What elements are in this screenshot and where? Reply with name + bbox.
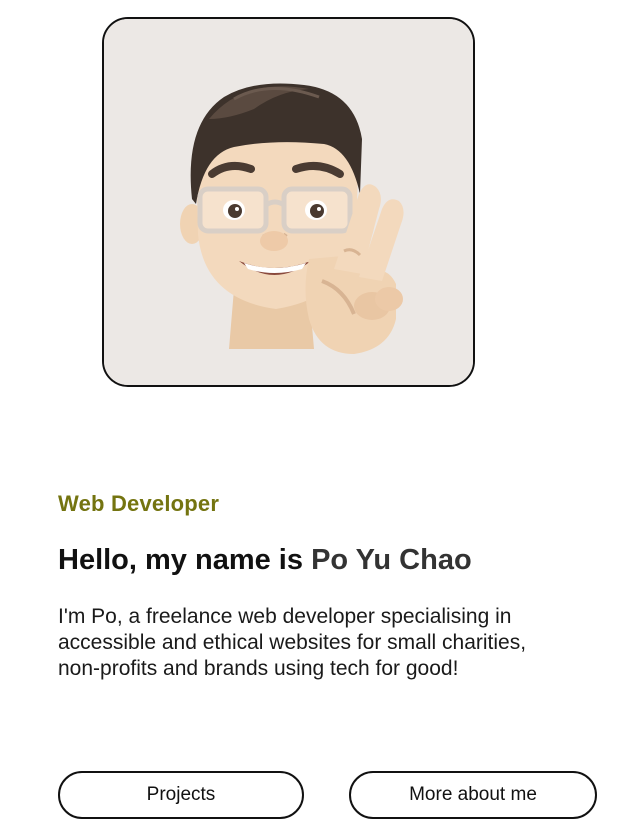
greeting-text: Hello, my name is bbox=[58, 544, 303, 576]
hero-section: Web Developer Hello, my name is Po Yu Ch… bbox=[0, 0, 624, 839]
person-name: Po Yu Chao bbox=[311, 544, 472, 576]
page-title: Hello, my name is Po Yu Chao bbox=[58, 544, 472, 577]
memoji-avatar-image bbox=[104, 19, 473, 385]
more-about-me-button[interactable]: More about me bbox=[349, 771, 597, 819]
projects-button[interactable]: Projects bbox=[58, 771, 304, 819]
role-label: Web Developer bbox=[58, 491, 220, 516]
avatar bbox=[102, 17, 475, 387]
intro-text: I'm Po, a freelance web developer specia… bbox=[58, 605, 527, 680]
